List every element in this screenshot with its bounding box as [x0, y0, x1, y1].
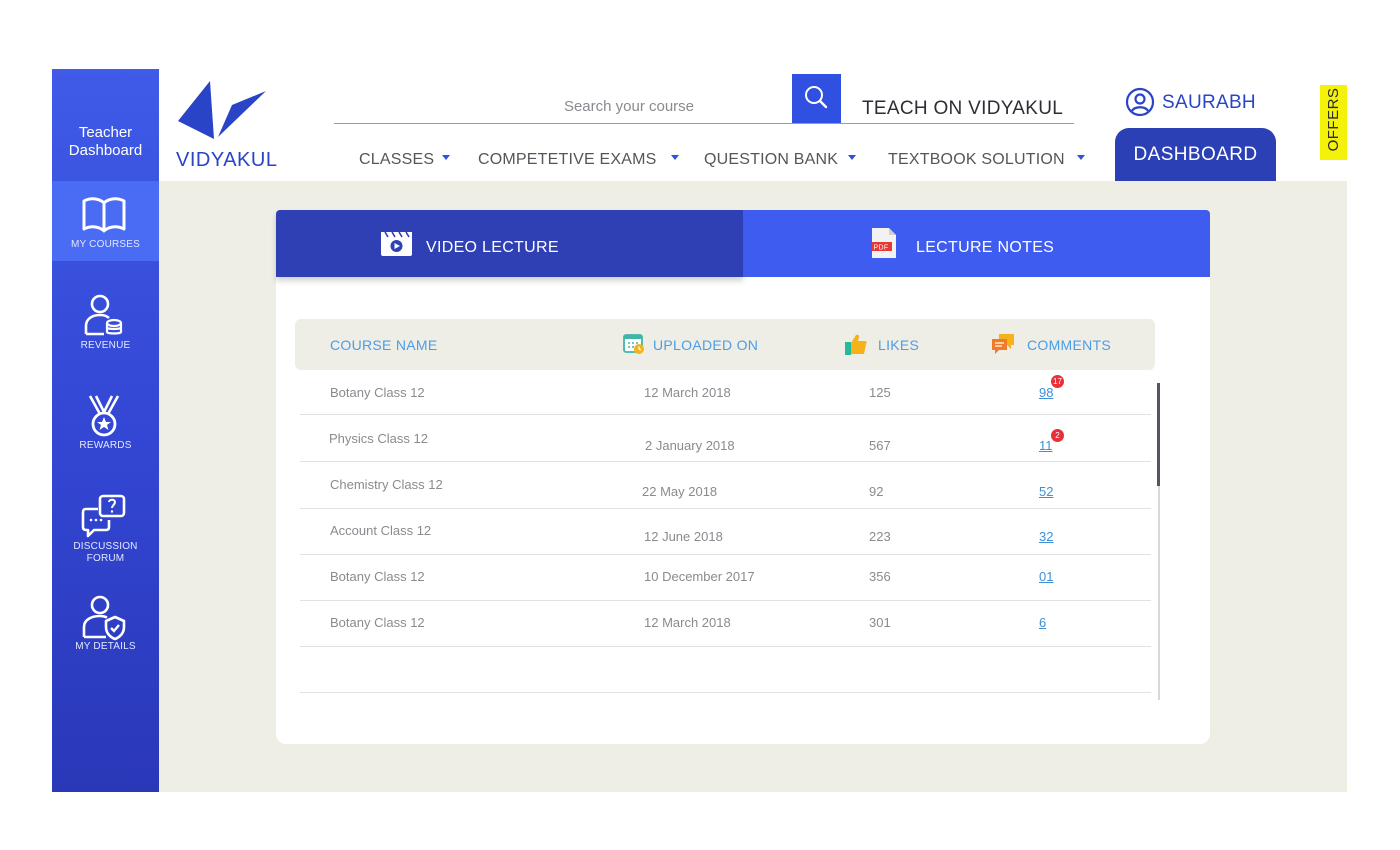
nav-classes[interactable]: CLASSES: [359, 151, 451, 169]
sidebar-item-rewards[interactable]: REWARDS: [52, 382, 159, 462]
table-row[interactable]: Botany Class 12 10 December 2017 356 01: [300, 555, 1151, 601]
cell-uploaded-on: 10 December 2017: [644, 569, 755, 584]
offers-tab[interactable]: OFFERS: [1320, 85, 1347, 160]
user-shield-icon: [82, 595, 126, 641]
column-header-comments[interactable]: COMMENTS: [1027, 337, 1111, 353]
cell-likes: 567: [869, 438, 891, 453]
cell-comments-link[interactable]: 32: [1039, 529, 1053, 544]
pdf-file-icon: PDF: [872, 228, 896, 258]
sidebar-item-label-line1: DISCUSSION: [73, 541, 138, 552]
sidebar-item-label-line2: FORUM: [86, 553, 125, 564]
sidebar-title-line2: Dashboard: [68, 142, 143, 159]
logo-text[interactable]: VIDYAKUL: [176, 149, 277, 172]
cell-comments-link[interactable]: 98: [1039, 385, 1053, 400]
vidyakul-logo[interactable]: [176, 79, 268, 147]
table-row[interactable]: Botany Class 12 12 March 2018 301 6: [300, 601, 1151, 647]
cell-uploaded-on: 22 May 2018: [642, 484, 718, 499]
nav-textbook-solution[interactable]: TEXTBOOK SOLUTION: [888, 151, 1085, 169]
user-icon: [1125, 87, 1155, 117]
calendar-icon: [623, 334, 644, 354]
new-comments-badge: 2: [1051, 429, 1064, 442]
cell-uploaded-on: 12 March 2018: [644, 385, 731, 400]
cell-uploaded-on: 12 June 2018: [644, 529, 723, 544]
cell-course-name: Physics Class 12: [329, 431, 428, 446]
sidebar-item-label: MY COURSES: [70, 239, 141, 250]
table-header: COURSE NAME UPLOADED ON LIKES COMMENTS: [295, 319, 1155, 370]
user-coins-icon: [84, 294, 123, 336]
cell-uploaded-on: 12 March 2018: [644, 615, 731, 630]
chat-question-icon: [81, 494, 126, 538]
cell-comments-link[interactable]: 01: [1039, 569, 1053, 584]
cell-course-name: Account Class 12: [330, 523, 432, 538]
nav-label: COMPETETIVE EXAMS: [478, 151, 657, 168]
sidebar-title: Teacher Dashboard: [52, 124, 159, 160]
user-name: SAURABH: [1162, 92, 1256, 113]
cell-comments-link[interactable]: 52: [1039, 484, 1053, 499]
tab-lecture-notes[interactable]: PDF LECTURE NOTES: [743, 210, 1210, 277]
search-input[interactable]: [494, 92, 764, 120]
dashboard-button[interactable]: DASHBOARD: [1115, 128, 1276, 181]
cell-course-name: Chemistry Class 12: [330, 477, 443, 492]
nav-question-bank[interactable]: QUESTION BANK: [704, 151, 857, 169]
tab-label: LECTURE NOTES: [916, 239, 1055, 256]
teach-on-vidyakul-link[interactable]: TEACH ON VIDYAKUL: [840, 94, 1074, 124]
cell-course-name: Botany Class 12: [330, 569, 425, 584]
cell-likes: 125: [869, 385, 891, 400]
comments-icon: [992, 334, 1014, 354]
sidebar-item-discussion-forum[interactable]: DISCUSSION FORUM: [52, 483, 159, 565]
tab-label: VIDEO LECTURE: [426, 239, 559, 256]
cell-likes: 301: [869, 615, 891, 630]
caret-down-icon: [1076, 154, 1085, 160]
search-bar: [334, 74, 841, 124]
caret-down-icon: [670, 154, 679, 160]
book-icon: [82, 197, 126, 233]
nav-competetive-exams[interactable]: COMPETETIVE EXAMS: [478, 151, 679, 169]
sidebar-item-my-courses[interactable]: MY COURSES: [52, 181, 159, 261]
sidebar-item-my-details[interactable]: MY DETAILS: [52, 583, 159, 663]
table-row[interactable]: Chemistry Class 12 22 May 2018 92 52: [300, 463, 1151, 509]
new-comments-badge: 17: [1051, 375, 1064, 388]
video-clapper-icon: [381, 232, 412, 256]
column-header-likes[interactable]: LIKES: [878, 337, 919, 353]
thumbs-up-icon: [845, 334, 867, 355]
search-icon: [805, 86, 828, 109]
cell-likes: 223: [869, 529, 891, 544]
nav-label: CLASSES: [359, 151, 435, 168]
sidebar-item-label: MY DETAILS: [75, 641, 136, 652]
cell-comments-link[interactable]: 11: [1039, 438, 1053, 453]
medal-icon: [88, 395, 120, 437]
pdf-icon-text: PDF: [874, 245, 889, 252]
caret-down-icon: [848, 154, 857, 160]
cell-uploaded-on: 2 January 2018: [645, 438, 735, 453]
sidebar-item-label: REVENUE: [80, 340, 131, 351]
cell-course-name: Botany Class 12: [330, 615, 425, 630]
offers-label: OFFERS: [1325, 87, 1342, 152]
cell-likes: 92: [869, 484, 884, 499]
sidebar-item-revenue[interactable]: REVENUE: [52, 282, 159, 362]
column-header-course-name[interactable]: COURSE NAME: [330, 337, 438, 353]
sidebar-item-label: REWARDS: [79, 440, 132, 451]
table-row-empty: [300, 647, 1151, 693]
sidebar-item-label: DISCUSSION FORUM: [52, 541, 159, 565]
nav-label: QUESTION BANK: [704, 151, 839, 168]
caret-down-icon: [442, 154, 451, 160]
search-button[interactable]: [792, 74, 841, 123]
cell-comments-link[interactable]: 6: [1039, 615, 1046, 630]
app-window: Teacher Dashboard MY COURSES REVENUE REW…: [52, 69, 1347, 792]
table-row[interactable]: Physics Class 12 2 January 2018 567 11 2: [300, 416, 1151, 462]
table-row[interactable]: Botany Class 12 12 March 2018 125 98 17: [300, 369, 1151, 415]
sidebar-title-line1: Teacher: [78, 124, 133, 141]
table-row[interactable]: Account Class 12 12 June 2018 223 32: [300, 509, 1151, 555]
cell-course-name: Botany Class 12: [330, 385, 425, 400]
column-header-uploaded-on[interactable]: UPLOADED ON: [653, 337, 758, 353]
tab-video-lecture[interactable]: VIDEO LECTURE: [276, 210, 743, 277]
scrollbar-thumb[interactable]: [1157, 383, 1160, 486]
nav-label: TEXTBOOK SOLUTION: [888, 151, 1065, 168]
cell-likes: 356: [869, 569, 891, 584]
sidebar: Teacher Dashboard MY COURSES REVENUE REW…: [52, 69, 159, 792]
